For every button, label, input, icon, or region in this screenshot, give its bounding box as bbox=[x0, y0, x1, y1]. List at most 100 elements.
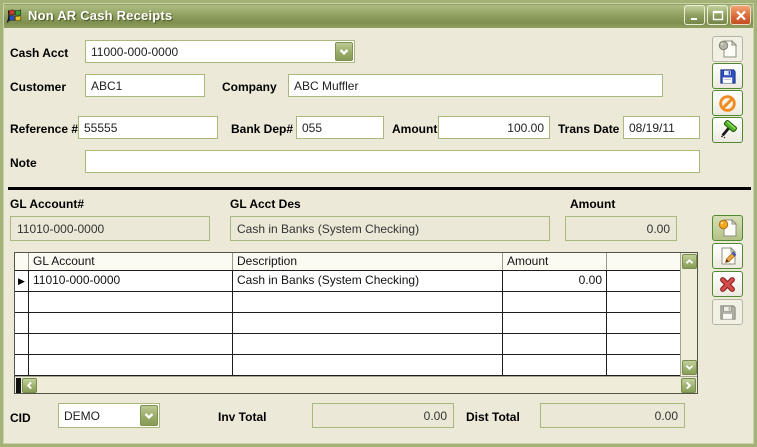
grid-row[interactable]: ▶ 11010-000-0000 Cash in Banks (System C… bbox=[15, 271, 680, 292]
minimize-icon bbox=[689, 10, 701, 21]
inv-total-field: 0.00 bbox=[312, 403, 454, 428]
scroll-down-button[interactable] bbox=[682, 360, 697, 375]
maximize-icon bbox=[712, 10, 724, 21]
chevron-down-icon bbox=[144, 412, 154, 420]
exit-button[interactable] bbox=[712, 117, 743, 143]
grid-empty-row[interactable] bbox=[15, 313, 680, 334]
bank-dep-input[interactable] bbox=[296, 116, 384, 139]
titlebar[interactable]: Non AR Cash Receipts bbox=[2, 2, 755, 28]
new-row-button[interactable] bbox=[712, 215, 743, 241]
close-button[interactable] bbox=[730, 5, 751, 25]
titlebar-buttons bbox=[684, 5, 751, 25]
cash-acct-label: Cash Acct bbox=[10, 46, 68, 60]
grid-cell[interactable] bbox=[607, 292, 680, 312]
grid-header-row: GL Account Description Amount bbox=[15, 253, 680, 271]
grid-empty-row[interactable] bbox=[15, 355, 680, 376]
gl-acct-des-field: Cash in Banks (System Checking) bbox=[230, 216, 550, 241]
gl-amount-field: 0.00 bbox=[565, 216, 677, 241]
company-label: Company bbox=[222, 80, 277, 94]
non-ar-cash-receipts-window: Non AR Cash Receipts Cash Acct 11000-000… bbox=[0, 0, 757, 447]
grid-horizontal-scrollbar[interactable] bbox=[15, 376, 697, 393]
chevron-down-icon bbox=[685, 364, 694, 371]
gl-account-field: 11010-000-0000 bbox=[10, 216, 210, 241]
row-selector-icon: ▶ bbox=[15, 271, 29, 291]
chevron-down-icon bbox=[339, 48, 349, 56]
grid-cell[interactable] bbox=[503, 355, 607, 375]
cid-dropdown-button[interactable] bbox=[140, 405, 158, 426]
new-record-button[interactable] bbox=[712, 36, 743, 62]
trans-date-label: Trans Date bbox=[558, 122, 619, 136]
amount-input[interactable] bbox=[438, 116, 550, 139]
grid-cell[interactable] bbox=[29, 292, 233, 312]
delete-row-icon bbox=[718, 275, 737, 294]
amount-label: Amount bbox=[392, 122, 437, 136]
grid-cell[interactable] bbox=[15, 292, 29, 312]
hscroll-thumb[interactable] bbox=[16, 378, 21, 393]
grid-cell-extra[interactable] bbox=[607, 271, 680, 291]
grid-cell[interactable] bbox=[15, 334, 29, 354]
grid-table-area: GL Account Description Amount ▶ 11010-00… bbox=[15, 253, 680, 376]
grid-cell[interactable] bbox=[503, 334, 607, 354]
chevron-left-icon bbox=[26, 381, 33, 390]
edit-row-icon bbox=[718, 246, 738, 266]
grid-cell[interactable] bbox=[503, 292, 607, 312]
customer-input[interactable] bbox=[85, 74, 205, 97]
gl-distribution-grid: GL Account Description Amount ▶ 11010-00… bbox=[14, 252, 698, 394]
maximize-button[interactable] bbox=[707, 5, 728, 25]
company-input[interactable] bbox=[288, 74, 663, 97]
cash-acct-value: 11000-000-0000 bbox=[86, 45, 334, 59]
dist-total-label: Dist Total bbox=[466, 410, 520, 424]
customer-label: Customer bbox=[10, 80, 66, 94]
edit-row-button[interactable] bbox=[712, 243, 743, 269]
delete-row-button[interactable] bbox=[712, 271, 743, 297]
grid-cell[interactable] bbox=[503, 313, 607, 333]
reference-label: Reference # bbox=[10, 122, 78, 136]
grid-header-extra bbox=[607, 253, 680, 270]
grid-cell[interactable] bbox=[233, 313, 503, 333]
scroll-left-button[interactable] bbox=[22, 378, 37, 393]
grid-header-description: Description bbox=[233, 253, 503, 270]
new-row-icon bbox=[718, 218, 738, 238]
grid-empty-row[interactable] bbox=[15, 334, 680, 355]
cash-acct-combo[interactable]: 11000-000-0000 bbox=[85, 40, 355, 63]
section-divider bbox=[8, 187, 751, 190]
cid-combo[interactable]: DEMO bbox=[58, 403, 160, 428]
save-row-button[interactable] bbox=[712, 299, 743, 325]
trans-date-input[interactable] bbox=[623, 116, 700, 139]
cid-label: CID bbox=[10, 411, 31, 425]
grid-vertical-scrollbar[interactable] bbox=[680, 253, 697, 376]
grid-cell[interactable] bbox=[29, 355, 233, 375]
reference-input[interactable] bbox=[78, 116, 218, 139]
save-row-icon bbox=[718, 303, 737, 322]
cancel-button[interactable] bbox=[712, 90, 743, 116]
note-label: Note bbox=[10, 156, 37, 170]
grid-empty-row[interactable] bbox=[15, 292, 680, 313]
scroll-right-button[interactable] bbox=[681, 378, 696, 393]
grid-body: ▶ 11010-000-0000 Cash in Banks (System C… bbox=[15, 271, 680, 376]
grid-cell[interactable] bbox=[15, 355, 29, 375]
grid-cell[interactable] bbox=[607, 355, 680, 375]
minimize-button[interactable] bbox=[684, 5, 705, 25]
cash-acct-dropdown-button[interactable] bbox=[335, 42, 353, 61]
grid-cell[interactable] bbox=[29, 334, 233, 354]
new-record-icon bbox=[718, 39, 738, 59]
grid-cell[interactable] bbox=[607, 334, 680, 354]
grid-cell-amount[interactable]: 0.00 bbox=[503, 271, 607, 291]
gl-amount-label: Amount bbox=[570, 197, 615, 211]
grid-cell[interactable] bbox=[607, 313, 680, 333]
grid-cell[interactable] bbox=[233, 292, 503, 312]
grid-header-selector bbox=[15, 253, 29, 270]
close-icon bbox=[735, 10, 747, 21]
grid-cell[interactable] bbox=[29, 313, 233, 333]
grid-cell-gl-account[interactable]: 11010-000-0000 bbox=[29, 271, 233, 291]
note-input[interactable] bbox=[85, 150, 700, 173]
grid-cell-description[interactable]: Cash in Banks (System Checking) bbox=[233, 271, 503, 291]
window-title: Non AR Cash Receipts bbox=[28, 8, 172, 23]
scroll-up-button[interactable] bbox=[682, 254, 697, 269]
cancel-icon bbox=[718, 94, 737, 113]
grid-cell[interactable] bbox=[15, 313, 29, 333]
grid-cell[interactable] bbox=[233, 334, 503, 354]
save-button[interactable] bbox=[712, 63, 743, 89]
windows-flag-icon bbox=[6, 7, 23, 24]
grid-cell[interactable] bbox=[233, 355, 503, 375]
